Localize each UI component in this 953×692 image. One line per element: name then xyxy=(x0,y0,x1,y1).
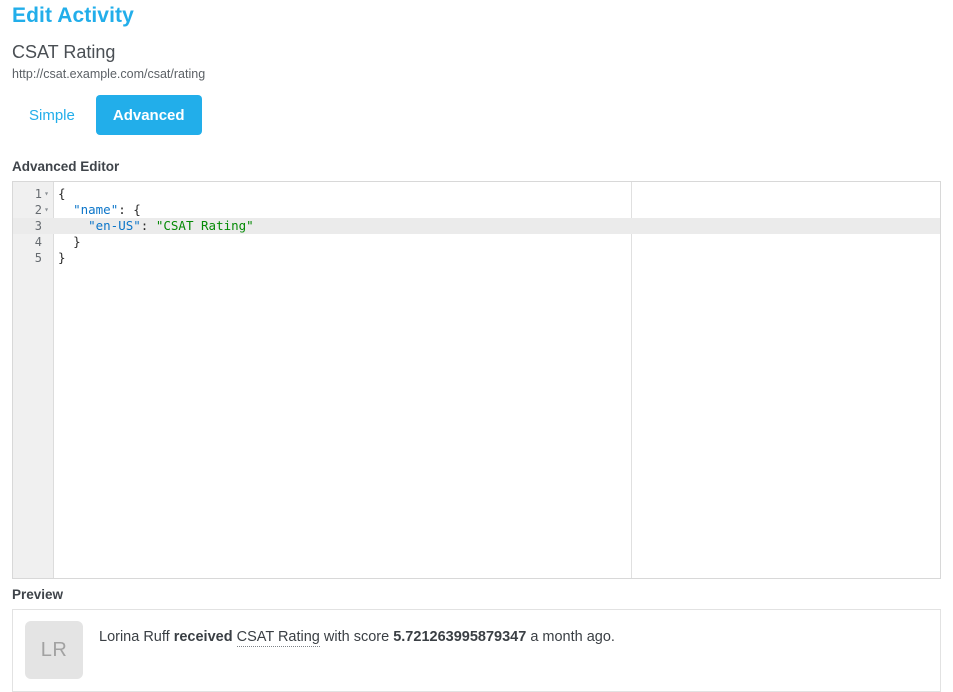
preview-panel: LR Lorina Ruff received CSAT Rating with… xyxy=(12,609,941,692)
code-token-punct: { xyxy=(58,186,66,201)
line-number: 3 xyxy=(34,219,42,233)
preview-verb: received xyxy=(173,629,233,645)
line-number: 5 xyxy=(34,251,42,265)
preview-label: Preview xyxy=(12,587,64,602)
code-text[interactable]: "name": { xyxy=(53,202,940,218)
editor-code-rows: 1 ▾ { 2 ▾ "name": { 3 "en-US": "CSAT Rat… xyxy=(13,182,940,266)
preview-timestamp: a month ago. xyxy=(530,629,615,645)
code-token-punct: } xyxy=(73,234,81,249)
line-number: 1 xyxy=(34,187,42,201)
line-number-gutter[interactable]: 3 xyxy=(13,218,53,234)
preview-message: Lorina Ruff received CSAT Rating with sc… xyxy=(99,621,615,647)
code-line[interactable]: 2 ▾ "name": { xyxy=(13,202,940,218)
code-token-string: "CSAT Rating" xyxy=(155,218,254,233)
line-number-gutter[interactable]: 2 ▾ xyxy=(13,202,53,218)
line-number: 4 xyxy=(34,235,42,249)
line-number-gutter[interactable]: 1 ▾ xyxy=(13,186,53,202)
avatar: LR xyxy=(25,621,83,679)
code-text[interactable]: "en-US": "CSAT Rating" xyxy=(53,218,940,234)
code-line-active[interactable]: 3 "en-US": "CSAT Rating" xyxy=(13,218,940,234)
tab-simple[interactable]: Simple xyxy=(12,95,92,135)
preview-score-label: with score xyxy=(323,629,390,645)
code-line[interactable]: 5 } xyxy=(13,250,940,266)
code-token-punct: } xyxy=(58,250,66,265)
code-token-brace: { xyxy=(133,202,141,217)
code-token-key: "en-US" xyxy=(88,218,141,233)
edit-activity-page: Edit Activity CSAT Rating http://csat.ex… xyxy=(0,0,953,692)
line-number-gutter[interactable]: 4 xyxy=(13,234,53,250)
activity-name: CSAT Rating xyxy=(12,42,116,62)
tab-advanced[interactable]: Advanced xyxy=(95,95,202,135)
preview-object-link[interactable]: CSAT Rating xyxy=(236,629,320,647)
advanced-editor[interactable]: 1 ▾ { 2 ▾ "name": { 3 "en-US": "CSAT Rat… xyxy=(12,181,941,579)
page-title: Edit Activity xyxy=(12,4,134,27)
preview-score-value: 5.721263995879347 xyxy=(393,629,527,645)
fold-arrow-icon[interactable]: ▾ xyxy=(42,186,51,202)
code-text[interactable]: } xyxy=(53,250,940,266)
code-line[interactable]: 1 ▾ { xyxy=(13,186,940,202)
editor-mode-tabs: Simple Advanced xyxy=(12,82,941,135)
line-number-gutter[interactable]: 5 xyxy=(13,250,53,266)
code-token-key: "name" xyxy=(73,202,119,217)
code-token-separator: : xyxy=(140,218,156,233)
advanced-editor-label: Advanced Editor xyxy=(12,159,120,174)
fold-arrow-icon[interactable]: ▾ xyxy=(42,202,51,218)
preview-user-name: Lorina Ruff xyxy=(99,629,170,645)
code-token-separator: : xyxy=(118,202,134,217)
line-number: 2 xyxy=(34,203,42,217)
activity-url: http://csat.example.com/csat/rating xyxy=(12,67,206,81)
code-text[interactable]: { xyxy=(53,186,940,202)
code-line[interactable]: 4 } xyxy=(13,234,940,250)
code-text[interactable]: } xyxy=(53,234,940,250)
